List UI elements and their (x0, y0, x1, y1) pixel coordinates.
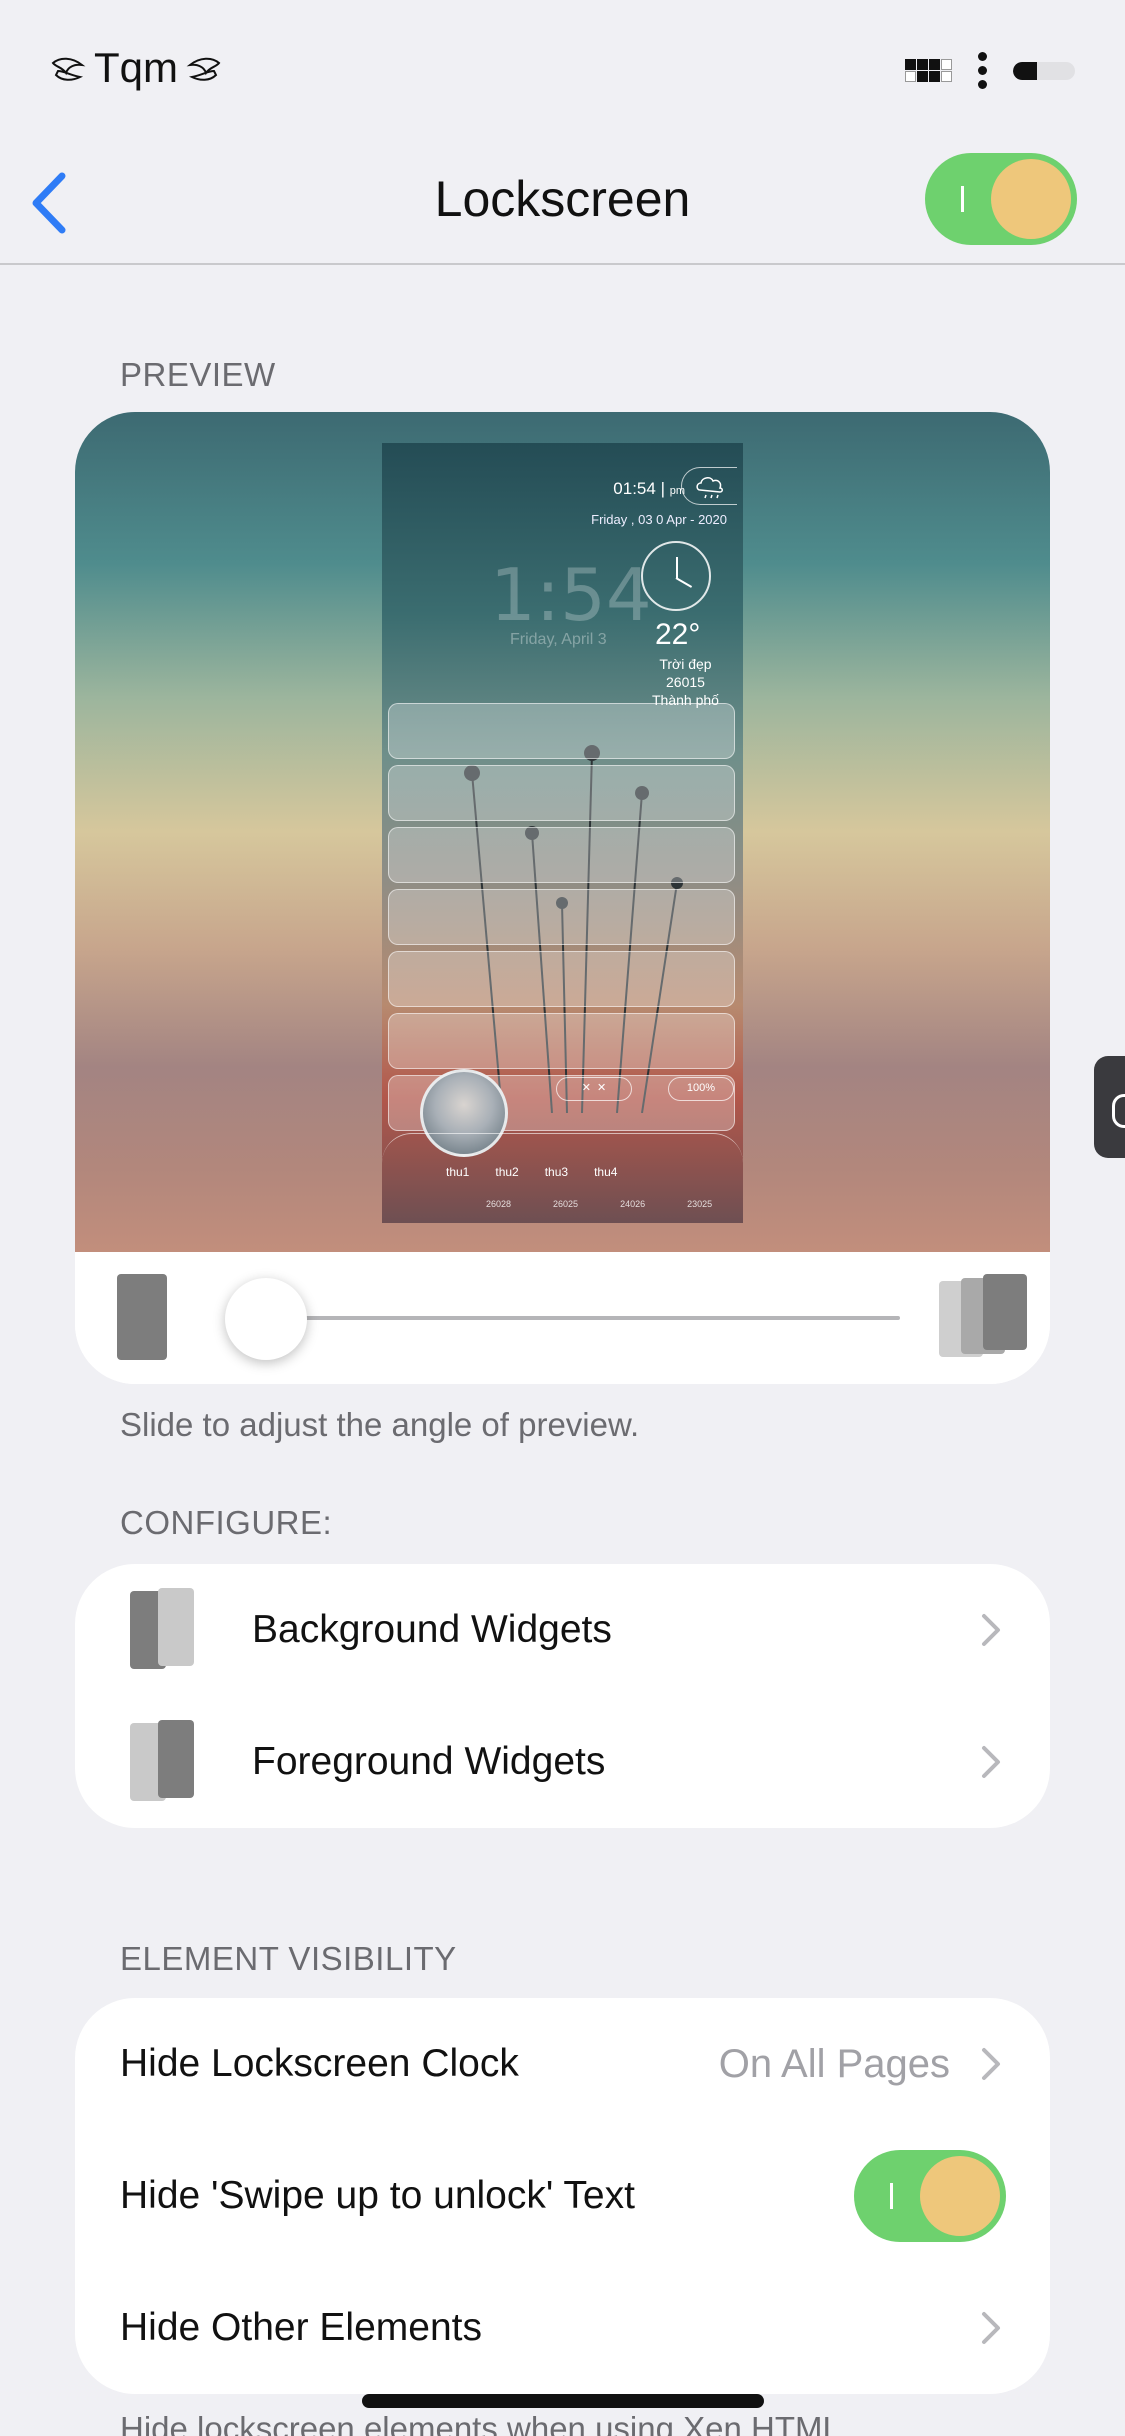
weather-cloud-icon (681, 467, 737, 505)
preview-forecast-days: thu1 thu2 thu3 thu4 (446, 1165, 618, 1179)
preview-close-pill: ✕ ✕ (556, 1077, 632, 1101)
preview-widget-slot (388, 889, 735, 945)
status-icons (905, 52, 1075, 89)
hide-swipe-row: Hide 'Swipe up to unlock' Text (75, 2130, 1050, 2262)
hide-clock-row[interactable]: Hide Lockscreen Clock On All Pages (75, 1998, 1050, 2130)
visibility-group: Hide Lockscreen Clock On All Pages Hide … (75, 1998, 1050, 2394)
toggle-knob (920, 2156, 1000, 2236)
preview-weather-description: Trời đẹp 26015 Thành phố (652, 656, 719, 708)
navigation-bar: Lockscreen (0, 140, 1125, 265)
preview-forecast-codes: 26028 26025 24026 23025 (486, 1199, 713, 1209)
carrier-name: Tqm (94, 44, 178, 91)
battery-icon (1013, 61, 1075, 80)
chevron-right-icon (982, 2312, 1000, 2344)
toggle-knob (991, 159, 1071, 239)
hide-clock-value: On All Pages (718, 2041, 950, 2086)
phone-preview: 01:54 | pm Friday , 03 0 Apr - 2020 1:54… (382, 443, 743, 1223)
single-layer-icon (117, 1274, 167, 1360)
signal-icon (905, 59, 952, 82)
hide-clock-label: Hide Lockscreen Clock (120, 2042, 519, 2085)
lockscreen-enable-toggle[interactable] (925, 153, 1077, 245)
angle-slider-thumb[interactable] (225, 1278, 307, 1360)
configure-section-label: CONFIGURE: (120, 1504, 333, 1541)
hide-swipe-label: Hide 'Swipe up to unlock' Text (120, 2174, 635, 2217)
side-drawer-handle[interactable] (1094, 1056, 1125, 1158)
foreground-widgets-row[interactable]: Foreground Widgets (75, 1696, 1050, 1828)
chevron-right-icon (982, 2048, 1000, 2080)
foreground-widgets-icon (130, 1720, 200, 1804)
preview-big-time: 1:54 (490, 553, 652, 637)
background-widgets-row[interactable]: Background Widgets (75, 1564, 1050, 1696)
preview-widget-slot (388, 1013, 735, 1069)
visibility-footer-text: Hide lockscreen elements when using Xen … (120, 2410, 841, 2436)
carrier: Tqm (50, 44, 222, 92)
home-indicator[interactable] (362, 2394, 764, 2408)
status-bar: Tqm (0, 0, 1125, 140)
analog-clock-icon (641, 541, 711, 611)
slider-hint: Slide to adjust the angle of preview. (120, 1406, 640, 1443)
preview-widget-slot (388, 827, 735, 883)
more-dots-icon (978, 52, 987, 89)
chevron-right-icon (982, 1614, 1000, 1646)
preview-wallpaper: 01:54 | pm Friday , 03 0 Apr - 2020 1:54… (75, 412, 1050, 1252)
wing-right-icon (186, 57, 221, 81)
preview-card: 01:54 | pm Friday , 03 0 Apr - 2020 1:54… (75, 412, 1050, 1384)
preview-battery-pill: 100% (668, 1077, 734, 1101)
visibility-section-label: ELEMENT VISIBILITY (120, 1940, 457, 1977)
wing-left-icon (51, 57, 86, 81)
hide-swipe-toggle[interactable] (854, 2150, 1006, 2242)
multi-layer-icon (939, 1274, 1029, 1364)
preview-widget-slot (388, 951, 735, 1007)
background-widgets-icon (130, 1588, 200, 1672)
preview-widget-slot (388, 703, 735, 759)
preview-time: 01:54 | pm (613, 479, 685, 498)
chevron-right-icon (982, 1746, 1000, 1778)
hide-other-label: Hide Other Elements (120, 2306, 482, 2349)
preview-angle-slider-area (75, 1252, 1050, 1384)
foreground-widgets-label: Foreground Widgets (252, 1740, 606, 1783)
preview-widget-slot (388, 765, 735, 821)
preview-date: Friday , 03 0 Apr - 2020 (591, 512, 727, 527)
background-widgets-label: Background Widgets (252, 1608, 612, 1651)
configure-group: Background Widgets Foreground Widgets (75, 1564, 1050, 1828)
preview-section-label: PREVIEW (120, 356, 276, 393)
preview-temperature: 22° (655, 618, 701, 651)
preview-big-date: Friday, April 3 (510, 631, 607, 648)
angle-slider-track[interactable] (270, 1316, 900, 1320)
hide-other-row[interactable]: Hide Other Elements (75, 2262, 1050, 2394)
